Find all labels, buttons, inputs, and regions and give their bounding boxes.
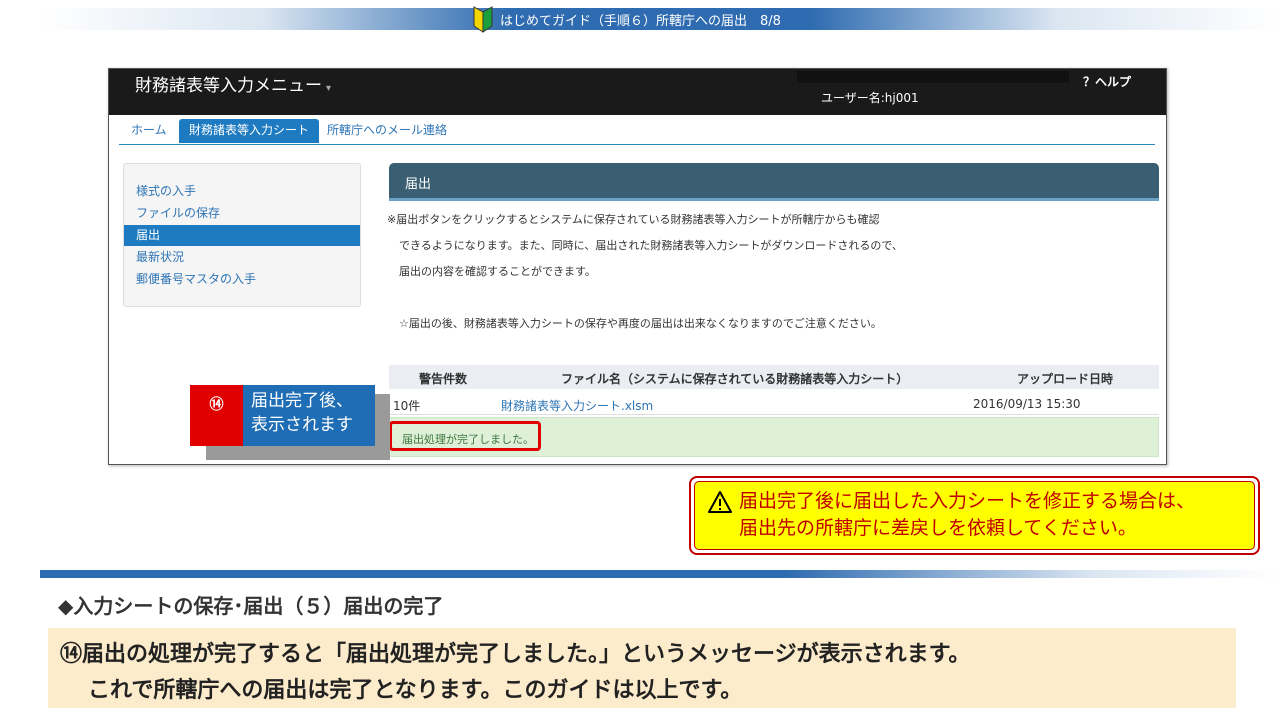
cell-warning-count: 10件 — [393, 399, 421, 413]
side-item-submit[interactable]: 届出 — [124, 225, 360, 246]
warning-line: 届出完了後に届出した入力シートを修正する場合は、 — [739, 490, 1196, 512]
section-divider — [40, 570, 1280, 578]
warning-inner: 届出完了後に届出した入力シートを修正する場合は、 届出先の所轄庁に差戻しを依頼し… — [694, 481, 1255, 550]
warning-box: 届出完了後に届出した入力シートを修正する場合は、 届出先の所轄庁に差戻しを依頼し… — [689, 476, 1260, 555]
notice-line: できるようになります。また、同時に、届出された財務諸表等入力シートがダウンロード… — [399, 239, 903, 252]
explanation-line: ⑭届出の処理が完了すると「届出処理が完了しました。」というメッセージが表示されま… — [60, 642, 971, 667]
tab-home[interactable]: ホーム — [131, 119, 167, 143]
warning-triangle-icon — [708, 491, 732, 513]
warning-line: 届出先の所轄庁に差戻しを依頼してください。 — [739, 517, 1137, 539]
user-name-label: ユーザー名:hj001 — [821, 91, 919, 105]
header-warning-count: 警告件数 — [419, 372, 468, 386]
panel-title: 届出 — [405, 177, 432, 192]
notice-line: ※届出ボタンをクリックするとシステムに保存されている財務諸表等入力シートが所轄庁… — [387, 213, 880, 226]
panel-header: 届出 — [389, 163, 1159, 201]
banner-title: はじめてガイド（手順６）所轄庁への届出 8/8 — [500, 14, 781, 29]
tab-mail-contact[interactable]: 所轄庁へのメール連絡 — [327, 119, 447, 143]
app-menu-title[interactable]: 財務諸表等入力メニュー ▾ — [135, 71, 331, 96]
side-item-postal-master[interactable]: 郵便番号マスタの入手 — [124, 269, 360, 290]
callout-line: 表示されます — [251, 415, 353, 435]
section-heading: ◆入力シートの保存･届出（５）届出の完了 — [58, 594, 444, 618]
warning-text: 届出完了後に届出した入力シートを修正する場合は、 届出先の所轄庁に差戻しを依頼し… — [739, 488, 1195, 542]
tab-input-sheet[interactable]: 財務諸表等入力シート — [179, 119, 319, 143]
tab-bar: ホーム 財務諸表等入力シート 所轄庁へのメール連絡 — [119, 119, 1155, 145]
explanation-box: ⑭届出の処理が完了すると「届出処理が完了しました。」というメッセージが表示されま… — [48, 628, 1236, 708]
callout-label: 届出完了後、 表示されます — [243, 385, 375, 446]
file-download-link[interactable]: 財務諸表等入力シート.xlsm — [501, 397, 653, 414]
side-menu: 様式の入手 ファイルの保存 届出 最新状況 郵便番号マスタの入手 — [123, 163, 361, 307]
side-item-latest-status[interactable]: 最新状況 — [124, 247, 360, 268]
header-file-name: ファイル名（システムに保存されている財務諸表等入力シート） — [561, 372, 909, 386]
chevron-down-icon: ▾ — [326, 83, 332, 94]
cell-upload-date: 2016/09/13 15:30 — [973, 397, 1081, 411]
notice-line: 届出の内容を確認することができます。 — [399, 265, 596, 278]
header-upload-date: アップロード日時 — [1017, 372, 1114, 386]
notice-caution: ☆届出の後、財務諸表等入力シートの保存や再度の届出は出来なくなりますのでご注意く… — [399, 317, 882, 330]
table-row: 10件 財務諸表等入力シート.xlsm 2016/09/13 15:30 — [389, 391, 1159, 415]
app-title-text: 財務諸表等入力メニュー — [135, 76, 322, 96]
highlight-frame — [389, 421, 541, 451]
callout-line: 届出完了後、 — [251, 391, 353, 411]
masked-user-area — [797, 71, 1069, 83]
table-header: 警告件数 ファイル名（システムに保存されている財務諸表等入力シート） アップロー… — [389, 365, 1159, 389]
app-navbar: 財務諸表等入力メニュー ▾ ユーザー名:hj001 ？ヘルプ — [109, 69, 1166, 115]
beginner-leaf-icon — [473, 6, 493, 33]
help-link[interactable]: ？ヘルプ — [1083, 73, 1131, 90]
side-item-get-form[interactable]: 様式の入手 — [124, 181, 360, 202]
side-item-save-file[interactable]: ファイルの保存 — [124, 203, 360, 224]
explanation-line: これで所轄庁への届出は完了となります。このガイドは以上です。 — [88, 678, 743, 703]
step-number-badge: ⑭ — [190, 385, 243, 446]
